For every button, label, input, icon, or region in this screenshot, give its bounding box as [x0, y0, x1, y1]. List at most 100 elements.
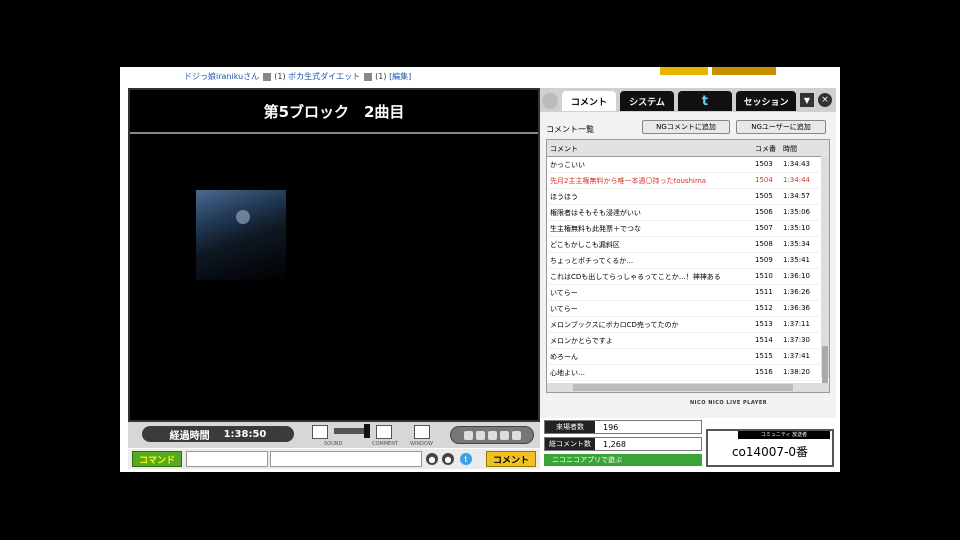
- table-row[interactable]: メロンかとらですよ 1514 1:37:30: [547, 333, 829, 349]
- vertical-scroll-thumb[interactable]: [822, 346, 828, 386]
- comment-cell: いてらー: [550, 305, 578, 313]
- comment-cell: 生主権無料も此発票＋でつな: [550, 225, 641, 233]
- number-cell: 1510: [755, 272, 773, 280]
- comments-value: 1,268: [603, 440, 626, 449]
- ng-comment-button[interactable]: NGコメントに追加: [642, 120, 730, 134]
- comment-table[interactable]: コメント コメ番 時間 かっこいい 1503 1:34:43 先月2主主権無料から唯一…: [546, 139, 830, 393]
- breadcrumb-count-1: (1): [274, 72, 286, 81]
- window-icon[interactable]: [414, 425, 430, 439]
- time-cell: 1:38:20: [783, 368, 810, 376]
- comment-cell: いてらー: [550, 289, 578, 297]
- user-badge-icon: [262, 72, 271, 81]
- time-cell: 1:35:10: [783, 224, 810, 232]
- table-row[interactable]: どこもかしこも漏斜区 1508 1:35:34: [547, 237, 829, 253]
- mode-icon-5: [511, 430, 521, 440]
- stage-light: [236, 210, 250, 224]
- number-cell: 1503: [755, 160, 773, 168]
- viewers-row: 来場者数 196: [544, 420, 702, 434]
- table-row[interactable]: 生主権無料も此発票＋でつな 1507 1:35:10: [547, 221, 829, 237]
- viewers-label: 来場者数: [545, 421, 595, 433]
- tab-twitter[interactable]: t: [678, 91, 732, 111]
- comment-cell: これはCDも出してらっしゃるってことか…！神神ある: [550, 273, 721, 281]
- volume-slider[interactable]: [334, 428, 366, 434]
- time-cell: 1:34:44: [783, 176, 810, 184]
- breadcrumb-user[interactable]: ドジっ娘iranikuさん: [184, 72, 259, 81]
- col-number[interactable]: コメ番: [755, 144, 779, 154]
- app-link[interactable]: ニコニコアプリで遊ぶ: [544, 454, 702, 466]
- sound-label: SOUND: [324, 441, 343, 447]
- side-panel: コメント システム t セッション ▼ × コメント一覧 NGコメントに追加 N…: [540, 88, 836, 418]
- panel-menu-icon[interactable]: [542, 93, 558, 109]
- room-name: co14007-0番: [731, 445, 809, 459]
- tab-system[interactable]: システム: [620, 91, 674, 111]
- table-row[interactable]: ほうほう 1505 1:34:57: [547, 189, 829, 205]
- ng-user-button[interactable]: NGユーザーに追加: [736, 120, 826, 134]
- comment-cell: ほうほう: [550, 193, 578, 201]
- player-window: ドジっ娘iranikuさん (1) ボカ生式ダイエット (1) [編集] 第5ブ…: [120, 67, 840, 472]
- twitter-post-icon[interactable]: t: [460, 453, 472, 465]
- table-row[interactable]: これはCDも出してらっしゃるってことか…！神神ある 1510 1:36:10: [547, 269, 829, 285]
- table-row[interactable]: メロンブックスにボカロCD売ってたのか 1513 1:37:11: [547, 317, 829, 333]
- number-cell: 1516: [755, 368, 773, 376]
- time-cell: 1:35:34: [783, 240, 810, 248]
- table-row[interactable]: いてらー 1512 1:36:36: [547, 301, 829, 317]
- volume-knob[interactable]: [364, 424, 370, 438]
- command-input[interactable]: [186, 451, 268, 467]
- number-cell: 1515: [755, 352, 773, 360]
- tab-session[interactable]: セッション: [736, 91, 796, 111]
- tab-more-button[interactable]: ▼: [800, 93, 814, 107]
- post-comment-button[interactable]: コメント: [486, 451, 536, 467]
- panel-close-button[interactable]: ×: [818, 93, 832, 107]
- vertical-scrollbar[interactable]: [821, 156, 829, 386]
- table-row[interactable]: かっこいい 1503 1:34:43: [547, 157, 829, 173]
- comment-toggle-icon[interactable]: [376, 425, 392, 439]
- number-cell: 1509: [755, 256, 773, 264]
- comment-cell: ちょっとポチってくるか…: [550, 257, 634, 265]
- comment-cell: 権限者はそもそも浸達がいい: [550, 209, 641, 217]
- table-row[interactable]: いてらー 1511 1:36:26: [547, 285, 829, 301]
- comment-cell: 心地よい…: [550, 369, 585, 377]
- horizontal-scroll-thumb[interactable]: [573, 384, 793, 391]
- table-row[interactable]: 先月2主主権無料から唯一本週〇持ったtoushima 1504 1:34:44: [547, 173, 829, 189]
- comment-cell: めろーん: [550, 353, 578, 361]
- viewers-value: 196: [603, 423, 619, 432]
- number-cell: 1514: [755, 336, 773, 344]
- time-cell: 1:37:41: [783, 352, 810, 360]
- comment-cell: どこもかしこも漏斜区: [550, 241, 620, 249]
- video-frame: [196, 190, 286, 280]
- comments-row: 総コメント数 1,268: [544, 437, 702, 451]
- table-row[interactable]: 権限者はそもそも浸達がいい 1506 1:35:06: [547, 205, 829, 221]
- col-comment[interactable]: コメント: [550, 144, 750, 154]
- edit-link[interactable]: [編集]: [389, 72, 411, 81]
- speaker-icon[interactable]: [312, 425, 328, 439]
- breadcrumb-tag[interactable]: ボカ生式ダイエット: [288, 72, 360, 81]
- tab-comment[interactable]: コメント: [562, 91, 616, 111]
- settings-icon[interactable]: ●: [426, 453, 438, 465]
- comment-toggle-label: COMMENT: [372, 441, 399, 447]
- comment-input[interactable]: [270, 451, 422, 467]
- ad-banner: [712, 67, 776, 75]
- time-cell: 1:34:43: [783, 160, 810, 168]
- broadcast-stats: 来場者数 196 総コメント数 1,268 ニコニコアプリで遊ぶ: [544, 420, 702, 468]
- command-button[interactable]: コマンド: [132, 451, 182, 467]
- comment-cell: メロンブックスにボカロCD売ってたのか: [550, 321, 679, 329]
- number-cell: 1511: [755, 288, 773, 296]
- number-cell: 1508: [755, 240, 773, 248]
- mode-icon-1: [463, 430, 473, 440]
- mode-icon-3: [487, 430, 497, 440]
- view-mode-button[interactable]: [450, 426, 534, 444]
- table-row[interactable]: ちょっとポチってくるか… 1509 1:35:41: [547, 253, 829, 269]
- table-row[interactable]: 心地よい… 1516 1:38:20: [547, 365, 829, 381]
- comment-cell: かっこいい: [550, 161, 585, 169]
- video-player[interactable]: 第5ブロック 2曲目: [128, 88, 540, 422]
- stream-title-bar: 第5ブロック 2曲目: [130, 90, 538, 134]
- stream-title: 第5ブロック 2曲目: [263, 102, 405, 121]
- table-row[interactable]: めろーん 1515 1:37:41: [547, 349, 829, 365]
- number-cell: 1512: [755, 304, 773, 312]
- horizontal-scrollbar[interactable]: [547, 383, 829, 392]
- room-info: コミュニティ 放送者 co14007-0番: [706, 429, 834, 467]
- premium-banner: [660, 67, 708, 75]
- table-header: コメント コメ番 時間: [547, 140, 829, 157]
- col-time[interactable]: 時間: [783, 144, 823, 154]
- emoji-icon[interactable]: ●: [442, 453, 454, 465]
